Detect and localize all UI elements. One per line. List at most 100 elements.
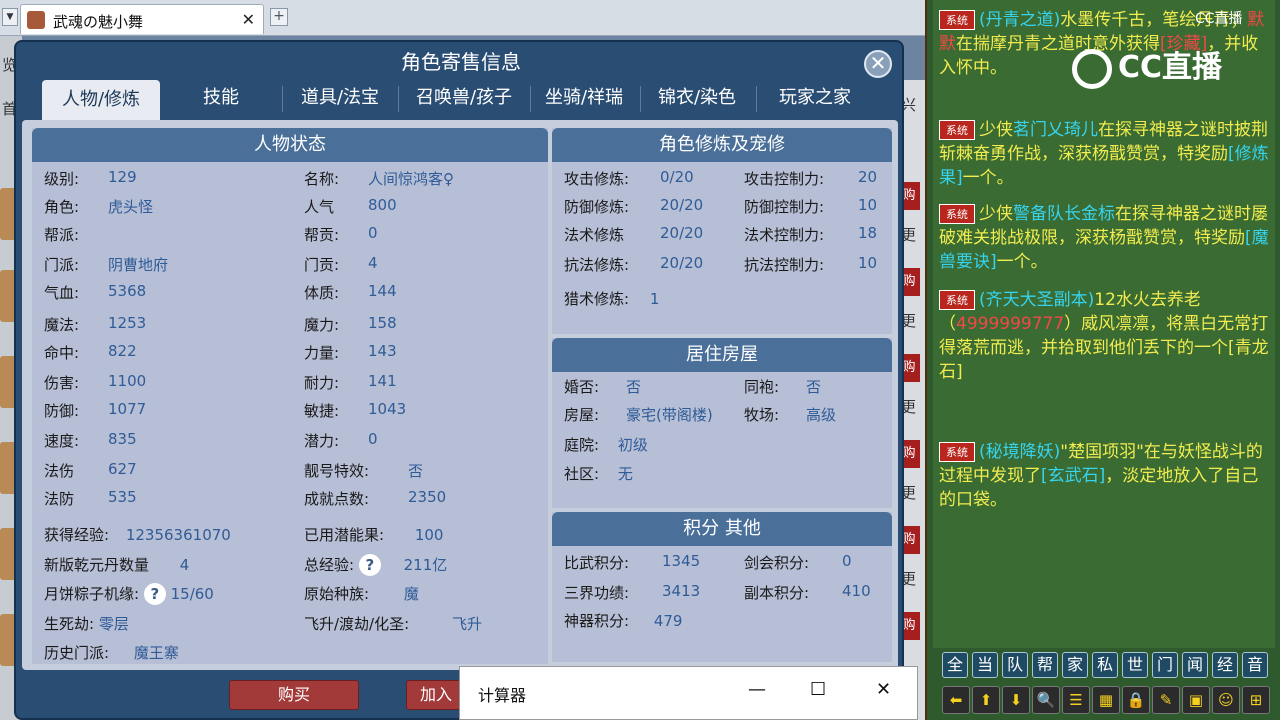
chat-player[interactable]: 茗门乂琦儿 bbox=[1013, 120, 1098, 140]
tab-summons[interactable]: 召唤兽/孩子 bbox=[404, 78, 524, 118]
help-icon[interactable]: ? bbox=[143, 583, 166, 605]
chat-tool-icon[interactable]: ☰ bbox=[1062, 686, 1090, 714]
browser-tab[interactable]: 武魂の魅小舞 ✕ bbox=[20, 4, 264, 34]
status-header: 人物状态 bbox=[32, 128, 548, 162]
calculator-window[interactable]: 计算器 — ☐ ✕ bbox=[459, 666, 918, 720]
yard-row: 庭院: 初级 bbox=[564, 434, 648, 454]
house-label: 牧场: bbox=[744, 406, 780, 424]
hunt-value: 1 bbox=[649, 290, 660, 308]
house-row: 婚否: 否 同袍: 否 bbox=[564, 376, 821, 396]
status-row: 伤害: 1100 bbox=[44, 372, 146, 392]
chat-item[interactable]: [玄武石] bbox=[1041, 466, 1105, 486]
tab-mounts[interactable]: 坐骑/祥瑞 bbox=[534, 78, 634, 118]
chat-tool-icon[interactable]: 🔒 bbox=[1122, 686, 1150, 714]
status-label: 门派: bbox=[44, 256, 80, 274]
status-label: 命中: bbox=[44, 344, 80, 362]
tab-divider bbox=[282, 86, 283, 112]
tab-character[interactable]: 人物/修炼 bbox=[42, 80, 160, 120]
qianyuan-value: 4 bbox=[179, 556, 190, 574]
tab-items[interactable]: 道具/法宝 bbox=[290, 78, 390, 118]
house-value: 否 bbox=[626, 378, 642, 396]
cultivation-label: 抗法修炼: bbox=[564, 256, 630, 274]
chat-player[interactable]: 4999999777 bbox=[956, 314, 1064, 334]
status-row: 耐力: 141 bbox=[304, 372, 397, 392]
chat-message: 系统 (秘境降妖)"楚国项羽"在与妖怪战斗的过程中发现了[玄武石]，淡定地放入了自… bbox=[939, 440, 1275, 512]
chat-player[interactable]: "楚国项羽" bbox=[1060, 442, 1144, 462]
status-value: 1077 bbox=[108, 400, 147, 418]
chat-tool-icon[interactable]: ⊞ bbox=[1242, 686, 1270, 714]
system-tag: 系统 bbox=[939, 290, 975, 310]
channel-button[interactable]: 音 bbox=[1242, 652, 1268, 678]
house-value: 高级 bbox=[806, 406, 837, 424]
tab-divider bbox=[398, 86, 399, 112]
buy-button[interactable]: 购买 bbox=[229, 680, 359, 710]
tab-skills[interactable]: 技能 bbox=[180, 78, 262, 118]
status-value: 虎头怪 bbox=[108, 198, 154, 216]
minimize-icon[interactable]: — bbox=[748, 679, 766, 700]
channel-button[interactable]: 全 bbox=[942, 652, 968, 678]
channel-button[interactable]: 世 bbox=[1122, 652, 1148, 678]
status-row: 魔力: 158 bbox=[304, 314, 397, 334]
chat-tool-icon[interactable]: ⬇ bbox=[1002, 686, 1030, 714]
chat-tool-bar: ⬅ ⬆ ⬇ 🔍 ☰ ▦ 🔒 ✎ ▣ ☺ ⊞ bbox=[942, 686, 1280, 714]
chat-tool-icon[interactable]: 🔍 bbox=[1032, 686, 1060, 714]
channel-button[interactable]: 当 bbox=[972, 652, 998, 678]
hunt-row: 猎术修炼: 1 bbox=[564, 288, 659, 308]
status-value: 1043 bbox=[368, 400, 407, 418]
dialog-close-button[interactable]: ✕ bbox=[864, 50, 892, 78]
chat-tool-icon[interactable]: ▦ bbox=[1092, 686, 1120, 714]
cultivation-header: 角色修炼及宠修 bbox=[552, 128, 892, 162]
chat-tool-icon[interactable]: ⬆ bbox=[972, 686, 1000, 714]
status-value: 143 bbox=[368, 342, 397, 360]
chat-tool-icon[interactable]: ✎ bbox=[1152, 686, 1180, 714]
chat-tool-icon[interactable]: ⬅ bbox=[942, 686, 970, 714]
exp-value: 12356361070 bbox=[125, 526, 231, 544]
score-label: 剑会积分: bbox=[744, 554, 810, 572]
status-label: 名称: bbox=[304, 170, 340, 188]
channel-button[interactable]: 帮 bbox=[1032, 652, 1058, 678]
status-value: 627 bbox=[108, 460, 137, 478]
status-row: 气血: 5368 bbox=[44, 282, 146, 302]
chat-tool-icon[interactable]: ☺ bbox=[1212, 686, 1240, 714]
status-label: 成就点数: bbox=[304, 490, 370, 508]
shengsi-value: 零层 bbox=[98, 615, 129, 633]
control-value: 18 bbox=[858, 224, 878, 242]
tab-player-home[interactable]: 玩家之家 bbox=[762, 78, 868, 118]
score-label: 三界功绩: bbox=[564, 584, 630, 602]
tab-outfits[interactable]: 锦衣/染色 bbox=[646, 78, 748, 118]
status-row: 法防 535 bbox=[44, 488, 137, 508]
status-value: 5368 bbox=[108, 282, 147, 300]
chat-text: 少侠 bbox=[979, 204, 1013, 224]
chat-source: (丹青之道) bbox=[979, 10, 1061, 30]
tab-favicon-icon bbox=[27, 11, 45, 29]
channel-button[interactable]: 私 bbox=[1092, 652, 1118, 678]
channel-button[interactable]: 经 bbox=[1212, 652, 1238, 678]
status-row: 级别: 129 bbox=[44, 168, 137, 188]
status-label: 潜力: bbox=[304, 432, 340, 450]
chat-panel: 系统 (丹青之道)水墨传千古，笔绘丹青；默默在揣摩丹青之道时意外获得[珍藏]，并收… bbox=[925, 0, 1280, 720]
status-row: 门贡: 4 bbox=[304, 254, 378, 274]
chat-tool-icon[interactable]: ▣ bbox=[1182, 686, 1210, 714]
status-label: 防御: bbox=[44, 402, 80, 420]
new-tab-button[interactable]: + bbox=[270, 8, 288, 26]
help-icon[interactable]: ? bbox=[358, 554, 381, 576]
channel-button[interactable]: 门 bbox=[1152, 652, 1178, 678]
chat-channel-bar: 全当队帮家私世门闻经音 bbox=[942, 652, 1280, 680]
status-value: 4 bbox=[368, 254, 378, 272]
status-row: 人气 800 bbox=[304, 196, 397, 216]
channel-button[interactable]: 闻 bbox=[1182, 652, 1208, 678]
channel-button[interactable]: 队 bbox=[1002, 652, 1028, 678]
status-label: 帮贡: bbox=[304, 226, 340, 244]
maximize-icon[interactable]: ☐ bbox=[810, 679, 826, 700]
hunt-label: 猎术修炼: bbox=[564, 290, 630, 308]
tab-scroll-arrow[interactable]: ▼ bbox=[2, 8, 18, 26]
channel-button[interactable]: 家 bbox=[1062, 652, 1088, 678]
join-button[interactable]: 加入 bbox=[406, 680, 466, 710]
dialog-tabs: 人物/修炼 技能 道具/法宝 召唤兽/孩子 坐骑/祥瑞 锦衣/染色 玩家之家 bbox=[40, 78, 900, 120]
tab-close-icon[interactable]: ✕ bbox=[242, 10, 255, 29]
chat-player[interactable]: 警备队长金标 bbox=[1013, 204, 1115, 224]
browser-tab-strip: ▼ 武魂の魅小舞 ✕ + bbox=[0, 0, 925, 36]
status-value: 0 bbox=[368, 430, 378, 448]
artifact-row: 神器积分: 479 bbox=[564, 610, 682, 630]
close-icon[interactable]: ✕ bbox=[876, 679, 891, 700]
